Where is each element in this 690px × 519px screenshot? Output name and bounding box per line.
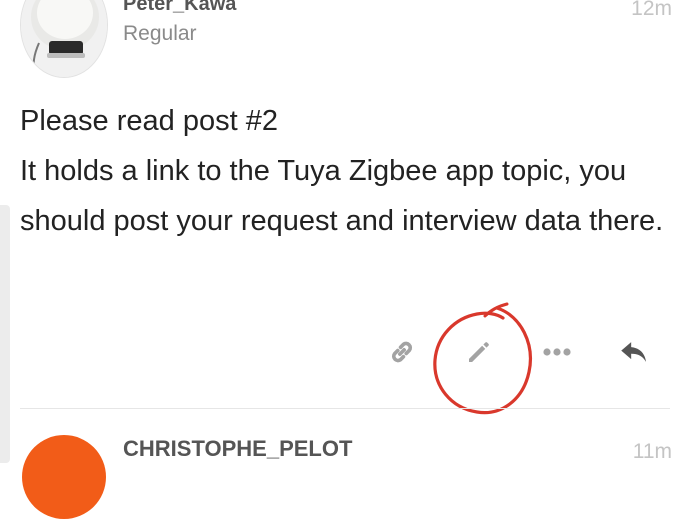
pencil-icon (469, 342, 489, 362)
avatar[interactable] (22, 435, 106, 519)
post-body-line: It holds a link to the Tuya Zigbee app t… (20, 155, 664, 237)
more-options-button[interactable] (535, 330, 579, 374)
link-icon (391, 341, 413, 363)
post-body-line: Please read post #2 (20, 105, 278, 137)
post-author-name[interactable]: Peter_Kawa (123, 0, 236, 16)
user-title: Regular (123, 22, 197, 45)
edit-button[interactable] (457, 330, 501, 374)
avatar-image (21, 0, 107, 77)
reply-arrow-icon (621, 342, 647, 362)
reply-button[interactable] (612, 330, 656, 374)
post-timestamp[interactable]: 11m (633, 440, 672, 464)
post-actions (0, 330, 690, 390)
avatar[interactable] (20, 0, 108, 78)
post-timestamp[interactable]: 12m (631, 0, 672, 21)
post-divider (20, 408, 670, 409)
copy-link-button[interactable] (380, 330, 424, 374)
ellipsis-icon (543, 348, 571, 356)
post-author-name[interactable]: CHRISTOPHE_PELOT (123, 436, 352, 462)
post-body: Please read post #2 It holds a link to t… (20, 96, 680, 246)
